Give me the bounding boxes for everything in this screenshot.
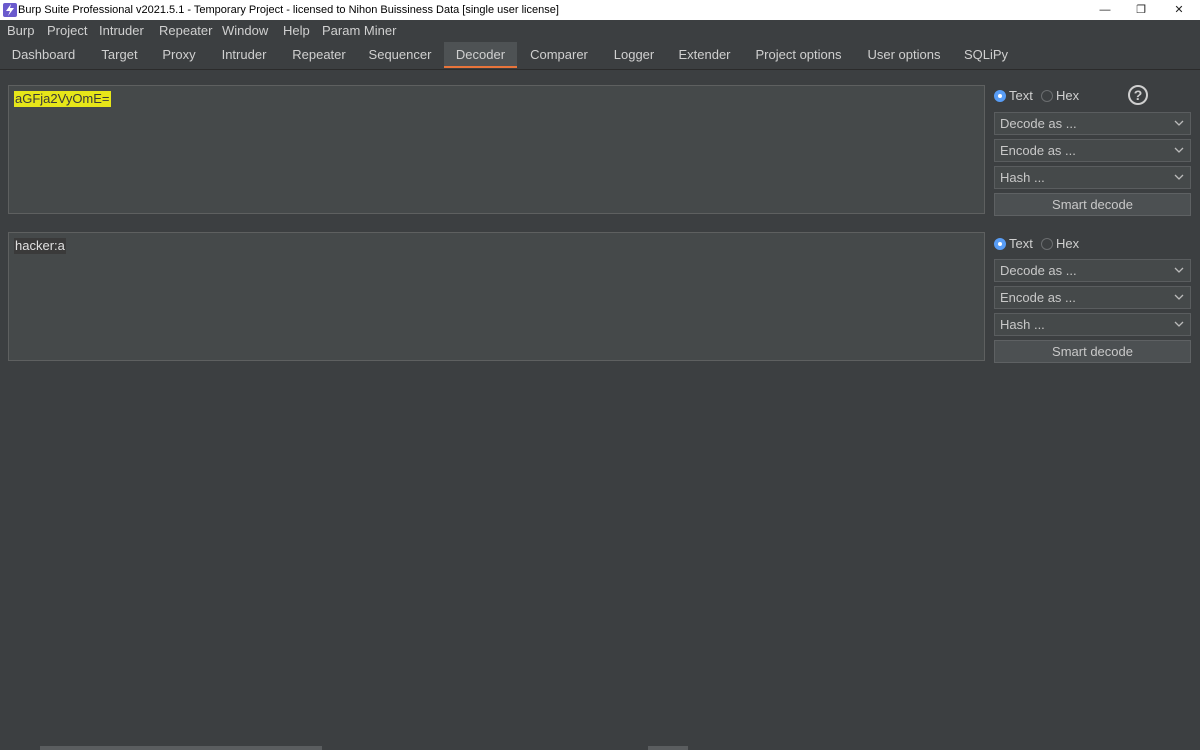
hash-select[interactable]: Hash ... — [994, 313, 1191, 336]
tab-repeater[interactable]: Repeater — [282, 42, 356, 68]
close-button[interactable]: ✕ — [1161, 0, 1197, 20]
menu-repeater[interactable]: Repeater — [159, 20, 212, 42]
menu-param-miner[interactable]: Param Miner — [322, 20, 396, 42]
window-titlebar: Burp Suite Professional v2021.5.1 - Temp… — [0, 0, 1200, 20]
tab-comparer[interactable]: Comparer — [517, 42, 601, 68]
tab-decoder[interactable]: Decoder — [444, 42, 517, 68]
menu-burp[interactable]: Burp — [7, 20, 34, 42]
mode-hex-radio[interactable]: Hex — [1041, 87, 1091, 105]
tab-logger[interactable]: Logger — [601, 42, 667, 68]
tab-sequencer[interactable]: Sequencer — [356, 42, 444, 68]
decode-as-label: Decode as ... — [1000, 116, 1077, 131]
tab-intruder[interactable]: Intruder — [206, 42, 282, 68]
minimize-button[interactable]: — — [1087, 0, 1123, 20]
radio-unselected-icon — [1041, 90, 1053, 102]
encode-as-select[interactable]: Encode as ... — [994, 139, 1191, 162]
menu-bar: Burp Project Intruder Repeater Window He… — [0, 20, 1200, 42]
main-tab-bar: Dashboard Target Proxy Intruder Repeater… — [0, 42, 1200, 70]
smart-decode-button[interactable]: Smart decode — [994, 340, 1191, 363]
encode-as-select[interactable]: Encode as ... — [994, 286, 1191, 309]
decoder-output-editor[interactable]: hacker:a — [8, 232, 985, 361]
chevron-down-icon — [1174, 174, 1184, 180]
editor-content: aGFja2VyOmE= — [14, 91, 111, 107]
editor-content: hacker:a — [14, 238, 66, 254]
restore-button[interactable]: ❐ — [1123, 0, 1159, 20]
menu-window[interactable]: Window — [222, 20, 268, 42]
horizontal-scrollbar-thumb-secondary[interactable] — [648, 746, 688, 750]
chevron-down-icon — [1174, 321, 1184, 327]
tab-project-options[interactable]: Project options — [742, 42, 855, 68]
decoder-input-editor[interactable]: aGFja2VyOmE= — [8, 85, 985, 214]
tab-user-options[interactable]: User options — [855, 42, 953, 68]
hash-label: Hash ... — [1000, 170, 1045, 185]
decode-as-label: Decode as ... — [1000, 263, 1077, 278]
horizontal-scrollbar-thumb[interactable] — [40, 746, 322, 750]
tab-sqlipy[interactable]: SQLiPy — [953, 42, 1019, 68]
chevron-down-icon — [1174, 267, 1184, 273]
tab-dashboard[interactable]: Dashboard — [0, 42, 87, 68]
decode-as-select[interactable]: Decode as ... — [994, 259, 1191, 282]
encode-as-label: Encode as ... — [1000, 290, 1076, 305]
smart-decode-button[interactable]: Smart decode — [994, 193, 1191, 216]
decode-as-select[interactable]: Decode as ... — [994, 112, 1191, 135]
chevron-down-icon — [1174, 147, 1184, 153]
tab-extender[interactable]: Extender — [667, 42, 742, 68]
radio-label-hex: Hex — [1056, 236, 1080, 251]
radio-unselected-icon — [1041, 238, 1053, 250]
chevron-down-icon — [1174, 120, 1184, 126]
tab-proxy[interactable]: Proxy — [152, 42, 206, 68]
radio-label-hex: Hex — [1056, 88, 1080, 103]
radio-selected-icon — [994, 238, 1006, 250]
encode-as-label: Encode as ... — [1000, 143, 1076, 158]
radio-selected-icon — [994, 90, 1006, 102]
tab-target[interactable]: Target — [87, 42, 152, 68]
radio-label-text: Text — [1009, 88, 1033, 103]
menu-help[interactable]: Help — [283, 20, 310, 42]
window-title: Burp Suite Professional v2021.5.1 - Temp… — [18, 4, 559, 16]
menu-intruder[interactable]: Intruder — [99, 20, 144, 42]
radio-label-text: Text — [1009, 236, 1033, 251]
chevron-down-icon — [1174, 294, 1184, 300]
help-icon[interactable]: ? — [1128, 85, 1148, 105]
mode-hex-radio[interactable]: Hex — [1041, 235, 1091, 253]
hash-select[interactable]: Hash ... — [994, 166, 1191, 189]
burp-logo-icon — [3, 3, 17, 17]
menu-project[interactable]: Project — [47, 20, 87, 42]
hash-label: Hash ... — [1000, 317, 1045, 332]
